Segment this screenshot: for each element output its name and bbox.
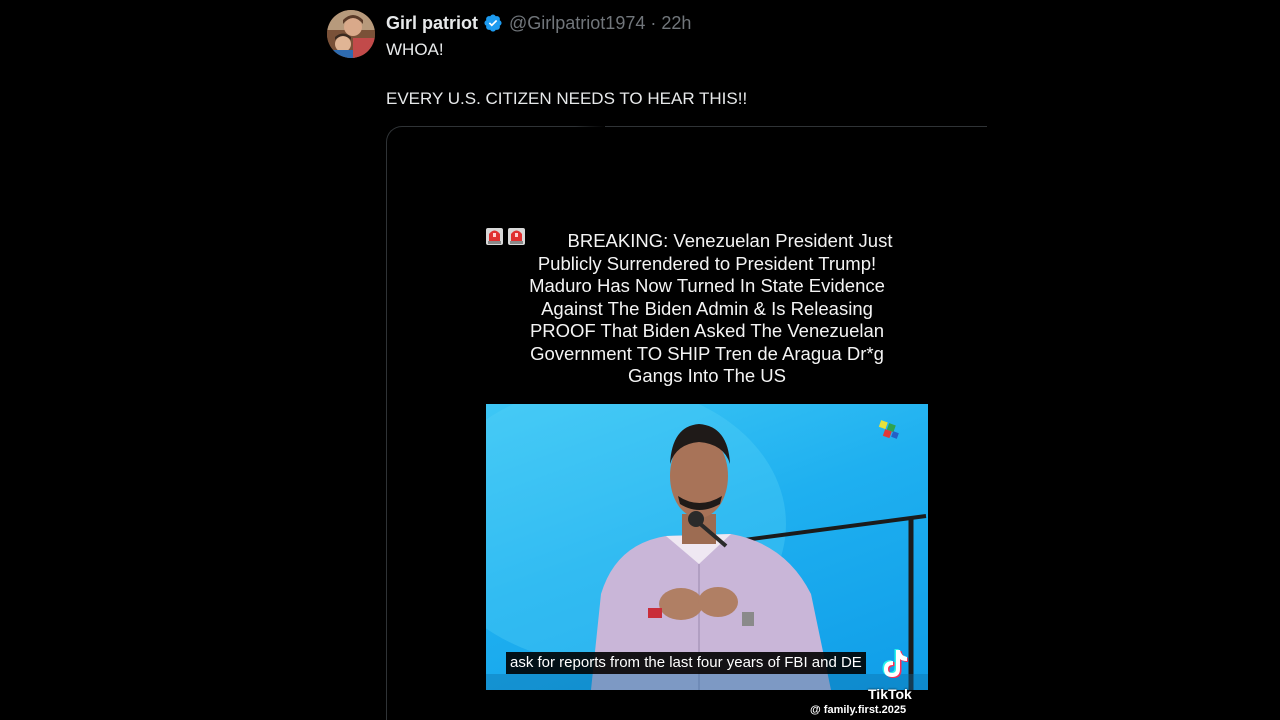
- speaker-video-frame: [486, 404, 928, 690]
- display-name[interactable]: Girl patriot: [386, 13, 478, 34]
- verified-badge-icon[interactable]: [483, 13, 503, 33]
- police-siren-icon: [507, 224, 526, 246]
- headline-line: BREAKING: Venezuelan President Just: [567, 230, 893, 251]
- tiktok-watermark-brand: TikTok: [868, 686, 912, 702]
- headline-line: Maduro Has Now Turned In State Evidence: [529, 275, 885, 296]
- avatar-image: [327, 10, 375, 58]
- post-header: Girl patriot @Girlpatriot1974 · 22h: [386, 11, 691, 35]
- video-headline: BREAKING: Venezuelan President Just Publ…: [485, 224, 929, 388]
- post-text-line: EVERY U.S. CITIZEN NEEDS TO HEAR THIS!!: [386, 89, 748, 108]
- card-border-fade: [575, 126, 605, 128]
- police-siren-icon: [485, 224, 504, 246]
- headline-line: PROOF That Biden Asked The Venezuelan: [529, 320, 885, 341]
- headline-line: Government TO SHIP Tren de Aragua Dr*g: [530, 342, 884, 364]
- siren-emoji-row: [485, 224, 526, 246]
- separator-dot: ·: [650, 12, 657, 33]
- avatar[interactable]: [327, 10, 375, 58]
- post-timestamp[interactable]: 22h: [661, 13, 691, 34]
- tv-channel-logo-icon: [877, 418, 903, 444]
- video-caption: ask for reports from the last four years…: [506, 652, 866, 674]
- post-text-line: WHOA!: [386, 40, 444, 59]
- user-handle[interactable]: @Girlpatriot1974: [509, 13, 645, 34]
- headline-line: Against The Biden Admin & Is Releasing: [541, 297, 873, 319]
- tiktok-watermark-user: @ family.first.2025: [810, 704, 907, 716]
- video-player[interactable]: ask for reports from the last four years…: [486, 404, 928, 690]
- post-screen: Girl patriot @Girlpatriot1974 · 22h WHOA…: [0, 0, 1280, 720]
- video-headline-block: BREAKING: Venezuelan President Just Publ…: [485, 224, 929, 388]
- headline-line: Publicly Surrendered to President Trump!: [537, 252, 877, 274]
- tiktok-logo-icon: [880, 648, 908, 680]
- headline-line: Gangs Into The US: [627, 365, 787, 386]
